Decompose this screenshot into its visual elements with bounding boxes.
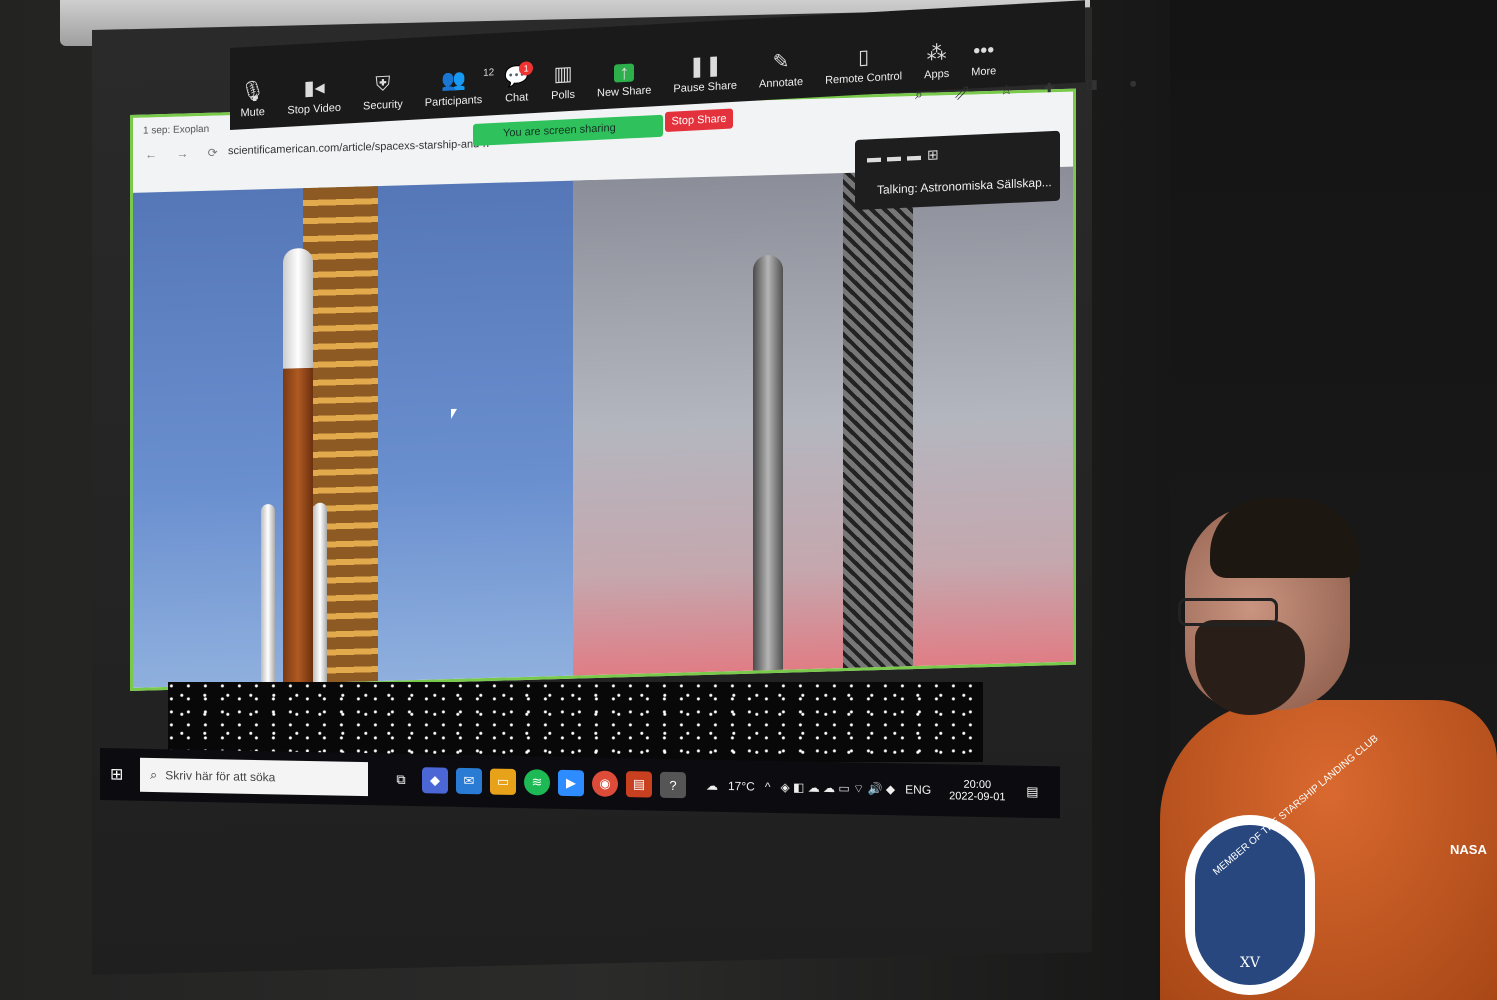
polls-label: Polls: [551, 88, 575, 103]
mouse-cursor-icon: [451, 408, 457, 420]
presenter-glasses: [1178, 598, 1278, 626]
taskbar-search-box[interactable]: ⌕ Skriv här för att söka: [140, 757, 368, 797]
view-mode-icons[interactable]: ▬▬▬⊞: [867, 146, 945, 167]
system-tray: ☁ 17°C ^ ◈ ◧ ☁ ☁ ▭ ⌔ 🔊 ◆ ENG: [706, 778, 941, 798]
address-bar[interactable]: scientificamerican.com/article/spacexs-s…: [228, 138, 489, 157]
apps-icon: ⁂: [926, 41, 947, 66]
more-label: More: [971, 65, 997, 79]
pause-icon: ❚❚: [688, 54, 722, 79]
participants-icon: 👥: [441, 68, 466, 93]
shield-icon: ⛨: [375, 73, 391, 96]
notification-icon[interactable]: ▤: [1019, 779, 1045, 805]
pause-share-button[interactable]: ❚❚ Pause Share: [673, 54, 737, 106]
chrome-icon[interactable]: ◉: [592, 770, 618, 797]
rocket-core-stage: [283, 367, 313, 684]
search-icon: ⌕: [150, 766, 158, 783]
browser-tab[interactable]: 1 sep: Exoplan: [143, 124, 209, 137]
rocket-upper-stage: [283, 247, 313, 369]
talking-indicator-panel: ▬▬▬⊞ Talking: Astronomiska Sällskap...: [855, 130, 1060, 210]
remote-control-button[interactable]: ▯ Remote Control: [825, 44, 902, 96]
tray-icons[interactable]: ◈ ◧ ☁ ☁ ▭ ⌔ 🔊 ◆: [780, 780, 895, 797]
patch-numeral: XV: [1239, 955, 1261, 971]
pencil-icon: ✎: [772, 50, 790, 74]
participants-label: Participants: [424, 93, 483, 110]
mail-icon[interactable]: ✉: [456, 767, 482, 795]
dropbox-icon[interactable]: ◆: [422, 767, 448, 794]
mute-label: Mute: [240, 106, 265, 120]
video-camera-icon: ▮◂: [303, 76, 325, 100]
nasa-logo: NASA: [1450, 842, 1487, 857]
zoom-app-icon[interactable]: ▶: [558, 769, 584, 797]
more-dots-icon: •••: [973, 39, 995, 63]
starship-launch-tower: [843, 171, 913, 669]
apps-label: Apps: [924, 67, 950, 82]
starfield-wallpaper: [168, 682, 983, 762]
microphone-icon: 🎙: [240, 80, 266, 104]
polls-icon: ▥: [553, 62, 573, 86]
new-share-label: New Share: [597, 84, 652, 100]
mute-button[interactable]: 🎙 Mute: [240, 80, 265, 129]
weather-temperature[interactable]: 17°C: [728, 779, 755, 794]
windows-start-icon[interactable]: ⊞: [110, 764, 140, 785]
security-label: Security: [363, 98, 403, 113]
pause-share-label: Pause Share: [673, 79, 738, 96]
help-icon[interactable]: ?: [660, 771, 686, 799]
stop-video-button[interactable]: ▮◂ Stop Video: [287, 76, 341, 127]
security-button[interactable]: ⛨ Security: [363, 72, 403, 122]
stop-share-button[interactable]: Stop Share: [665, 108, 733, 132]
browser-nav-icons[interactable]: ← → ⟳: [145, 145, 226, 161]
share-up-arrow-icon: ↑: [614, 62, 635, 84]
remote-control-label: Remote Control: [825, 70, 903, 87]
clock-time: 20:00: [963, 778, 992, 792]
task-view-icon[interactable]: ⧉: [388, 767, 414, 793]
new-share-button[interactable]: ↑ New Share: [597, 62, 651, 109]
taskbar-clock[interactable]: 20:00 2022-09-01: [949, 778, 1006, 804]
chat-badge: 1: [519, 61, 534, 76]
presentation-app-icon[interactable]: ▤: [626, 771, 652, 798]
cloud-weather-icon[interactable]: ☁: [706, 779, 718, 793]
annotate-button[interactable]: ✎ Annotate: [759, 50, 803, 100]
chat-button[interactable]: 💬 1 Chat: [504, 61, 534, 114]
rocket-booster-right: [313, 502, 327, 683]
language-indicator[interactable]: ENG: [905, 782, 931, 796]
mouse-icon: ▯: [858, 46, 870, 69]
clock-date: 2022-09-01: [949, 790, 1006, 804]
polls-button[interactable]: ▥ Polls: [551, 63, 575, 112]
annotate-label: Annotate: [759, 75, 804, 91]
rocket-booster-left: [261, 503, 275, 685]
tray-chevron-icon[interactable]: ^: [765, 780, 771, 794]
participants-button[interactable]: 👥 12 Participants: [424, 67, 494, 119]
stop-video-label: Stop Video: [287, 101, 342, 117]
chat-label: Chat: [505, 91, 529, 105]
starship-photo: [573, 166, 1073, 676]
file-explorer-icon[interactable]: ▭: [490, 768, 516, 795]
participant-count: 12: [483, 67, 495, 79]
starship-rocket: [753, 254, 783, 671]
talking-label: Talking: Astronomiska Sällskap...: [877, 175, 1052, 198]
sls-rocket-photo: [133, 180, 593, 688]
search-placeholder: Skriv här för att söka: [165, 768, 276, 785]
spotify-icon[interactable]: ≋: [524, 769, 550, 796]
